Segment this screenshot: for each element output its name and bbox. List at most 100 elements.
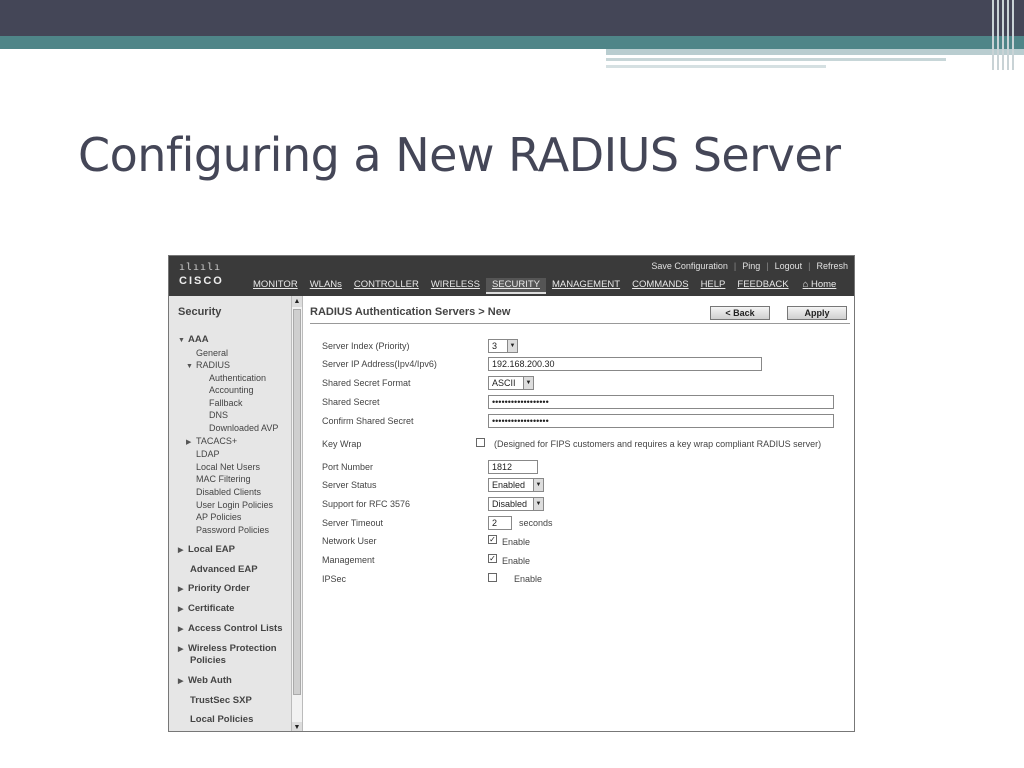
nav-controller[interactable]: CONTROLLER	[348, 278, 425, 294]
cisco-logo: ılıılı CISCO	[179, 262, 224, 287]
caret-right-icon: ▶	[178, 678, 184, 685]
dropdown-arrow-icon: ▼	[533, 479, 543, 491]
apply-button[interactable]: Apply	[787, 306, 847, 320]
decor-line	[606, 65, 826, 68]
secret-format-select[interactable]: ASCII ▼	[488, 376, 534, 390]
server-ip-input[interactable]: 192.168.200.30	[488, 357, 762, 371]
sidebar-item-priority-order[interactable]: ▶ Priority Order	[178, 583, 250, 594]
nav-help[interactable]: HELP	[695, 278, 732, 294]
cisco-logo-bars: ılıılı	[179, 262, 222, 273]
cisco-logo-word: CISCO	[179, 275, 224, 287]
sidebar-item-web-auth[interactable]: ▶ Web Auth	[178, 675, 232, 686]
nav-commands[interactable]: COMMANDS	[626, 278, 694, 294]
port-number-label: Port Number	[322, 462, 374, 472]
server-timeout-input[interactable]: 2	[488, 516, 512, 530]
shared-secret-label: Shared Secret	[322, 397, 380, 407]
sidebar-item-accounting[interactable]: Accounting	[209, 385, 254, 395]
server-index-select[interactable]: 3 ▼	[488, 339, 518, 353]
caret-right-icon: ▶	[186, 439, 192, 446]
sidebar-item-downloaded-avp[interactable]: Downloaded AVP	[209, 423, 278, 433]
sidebar-item-ap-policies[interactable]: AP Policies	[196, 512, 241, 522]
nav-feedback[interactable]: FEEDBACK	[731, 278, 794, 294]
sidebar-item-local-net-users[interactable]: Local Net Users	[196, 462, 260, 472]
confirm-secret-input[interactable]: ••••••••••••••••••	[488, 414, 834, 428]
back-button[interactable]: < Back	[710, 306, 770, 320]
management-enable-label: Enable	[502, 556, 531, 566]
rfc3576-select[interactable]: Disabled ▼	[488, 497, 544, 511]
caret-down-icon: ▼	[186, 363, 193, 370]
sidebar-item-password-policies[interactable]: Password Policies	[196, 525, 269, 535]
wlc-header: ılıılı CISCO Save Configuration | Ping |…	[169, 256, 854, 296]
slide-title: Configuring a New RADIUS Server	[78, 128, 841, 182]
home-icon: ⌂	[802, 279, 809, 290]
shared-secret-input[interactable]: ••••••••••••••••••	[488, 395, 834, 409]
wlc-screenshot: ılıılı CISCO Save Configuration | Ping |…	[168, 255, 855, 732]
sidebar-item-tacacs[interactable]: ▶ TACACS+	[186, 436, 237, 446]
nav-monitor[interactable]: MONITOR	[247, 278, 304, 294]
sidebar-item-user-login-policies[interactable]: User Login Policies	[196, 500, 273, 510]
nav-wireless[interactable]: WIRELESS	[425, 278, 486, 294]
sidebar-item-radius[interactable]: ▼ RADIUS	[186, 360, 230, 370]
caret-right-icon: ▶	[178, 547, 184, 554]
decor-line	[606, 58, 946, 61]
sidebar-item-access-control-lists[interactable]: ▶ Access Control Lists	[178, 623, 283, 634]
sidebar-item-authentication[interactable]: Authentication	[209, 373, 266, 383]
logout-link[interactable]: Logout	[775, 261, 803, 271]
sidebar-item-fallback[interactable]: Fallback	[209, 398, 243, 408]
dropdown-arrow-icon: ▼	[533, 498, 543, 510]
network-user-enable-label: Enable	[502, 537, 531, 547]
sidebar-item-aaa[interactable]: ▼ AAA	[178, 334, 209, 345]
sidebar-item-dns[interactable]: DNS	[209, 410, 228, 420]
ipsec-checkbox[interactable]	[488, 573, 497, 582]
header-divider	[310, 323, 850, 324]
rfc3576-label: Support for RFC 3576	[322, 499, 411, 509]
caret-down-icon: ▼	[178, 337, 185, 344]
sidebar-item-local-policies[interactable]: Local Policies	[190, 714, 253, 725]
nav-management[interactable]: MANAGEMENT	[546, 278, 626, 294]
top-dark-bar	[0, 0, 1024, 36]
refresh-link[interactable]: Refresh	[816, 261, 848, 271]
caret-right-icon: ▶	[178, 586, 184, 593]
dropdown-arrow-icon: ▼	[523, 377, 533, 389]
sidebar-item-wireless-protection[interactable]: ▶ Wireless Protection	[178, 643, 277, 654]
nav-home[interactable]: ⌂ Home	[795, 278, 843, 294]
ping-link[interactable]: Ping	[742, 261, 760, 271]
sidebar-item-mac-filtering[interactable]: MAC Filtering	[196, 474, 251, 484]
network-user-checkbox[interactable]: ✓	[488, 535, 497, 544]
sidebar-scrollbar[interactable]: ▲ ▼	[291, 296, 303, 731]
nav-security[interactable]: SECURITY	[485, 278, 546, 294]
ipsec-label: IPSec	[322, 574, 347, 584]
sidebar-item-wireless-protection-policies[interactable]: Policies	[190, 655, 226, 666]
sidebar-item-general[interactable]: General	[196, 348, 228, 358]
sidebar-item-trustsec-sxp[interactable]: TrustSec SXP	[190, 695, 252, 706]
sidebar-item-disabled-clients[interactable]: Disabled Clients	[196, 487, 261, 497]
ipsec-enable-label: Enable	[514, 574, 543, 584]
key-wrap-label: Key Wrap	[322, 439, 362, 449]
secret-format-label: Shared Secret Format	[322, 378, 411, 388]
sidebar-title: Security	[178, 306, 222, 318]
key-wrap-checkbox[interactable]	[476, 438, 485, 447]
management-label: Management	[322, 555, 375, 565]
security-sidebar: Security ▼ AAA General ▼ RADIUS Authentica…	[169, 296, 291, 731]
slide: Configuring a New RADIUS Server ılıılı C…	[0, 0, 1024, 768]
confirm-secret-label: Confirm Shared Secret	[322, 416, 414, 426]
scroll-thumb[interactable]	[293, 309, 301, 695]
sidebar-item-ldap[interactable]: LDAP	[196, 449, 220, 459]
server-ip-label: Server IP Address(Ipv4/Ipv6)	[322, 359, 437, 369]
sidebar-item-advanced-eap[interactable]: Advanced EAP	[190, 564, 258, 575]
scroll-down-icon[interactable]: ▼	[292, 722, 302, 731]
sidebar-item-certificate[interactable]: ▶ Certificate	[178, 603, 234, 614]
server-timeout-label: Server Timeout	[322, 518, 384, 528]
caret-right-icon: ▶	[178, 646, 184, 653]
save-configuration-link[interactable]: Save Configuration	[651, 261, 728, 271]
decor-stripes	[992, 0, 1018, 70]
management-checkbox[interactable]: ✓	[488, 554, 497, 563]
caret-right-icon: ▶	[178, 626, 184, 633]
server-status-label: Server Status	[322, 480, 377, 490]
server-status-select[interactable]: Enabled ▼	[488, 478, 544, 492]
sidebar-item-local-eap[interactable]: ▶ Local EAP	[178, 544, 235, 555]
scroll-up-icon[interactable]: ▲	[292, 296, 302, 307]
port-number-input[interactable]: 1812	[488, 460, 538, 474]
nav-wlans[interactable]: WLANs	[304, 278, 348, 294]
caret-right-icon: ▶	[178, 606, 184, 613]
